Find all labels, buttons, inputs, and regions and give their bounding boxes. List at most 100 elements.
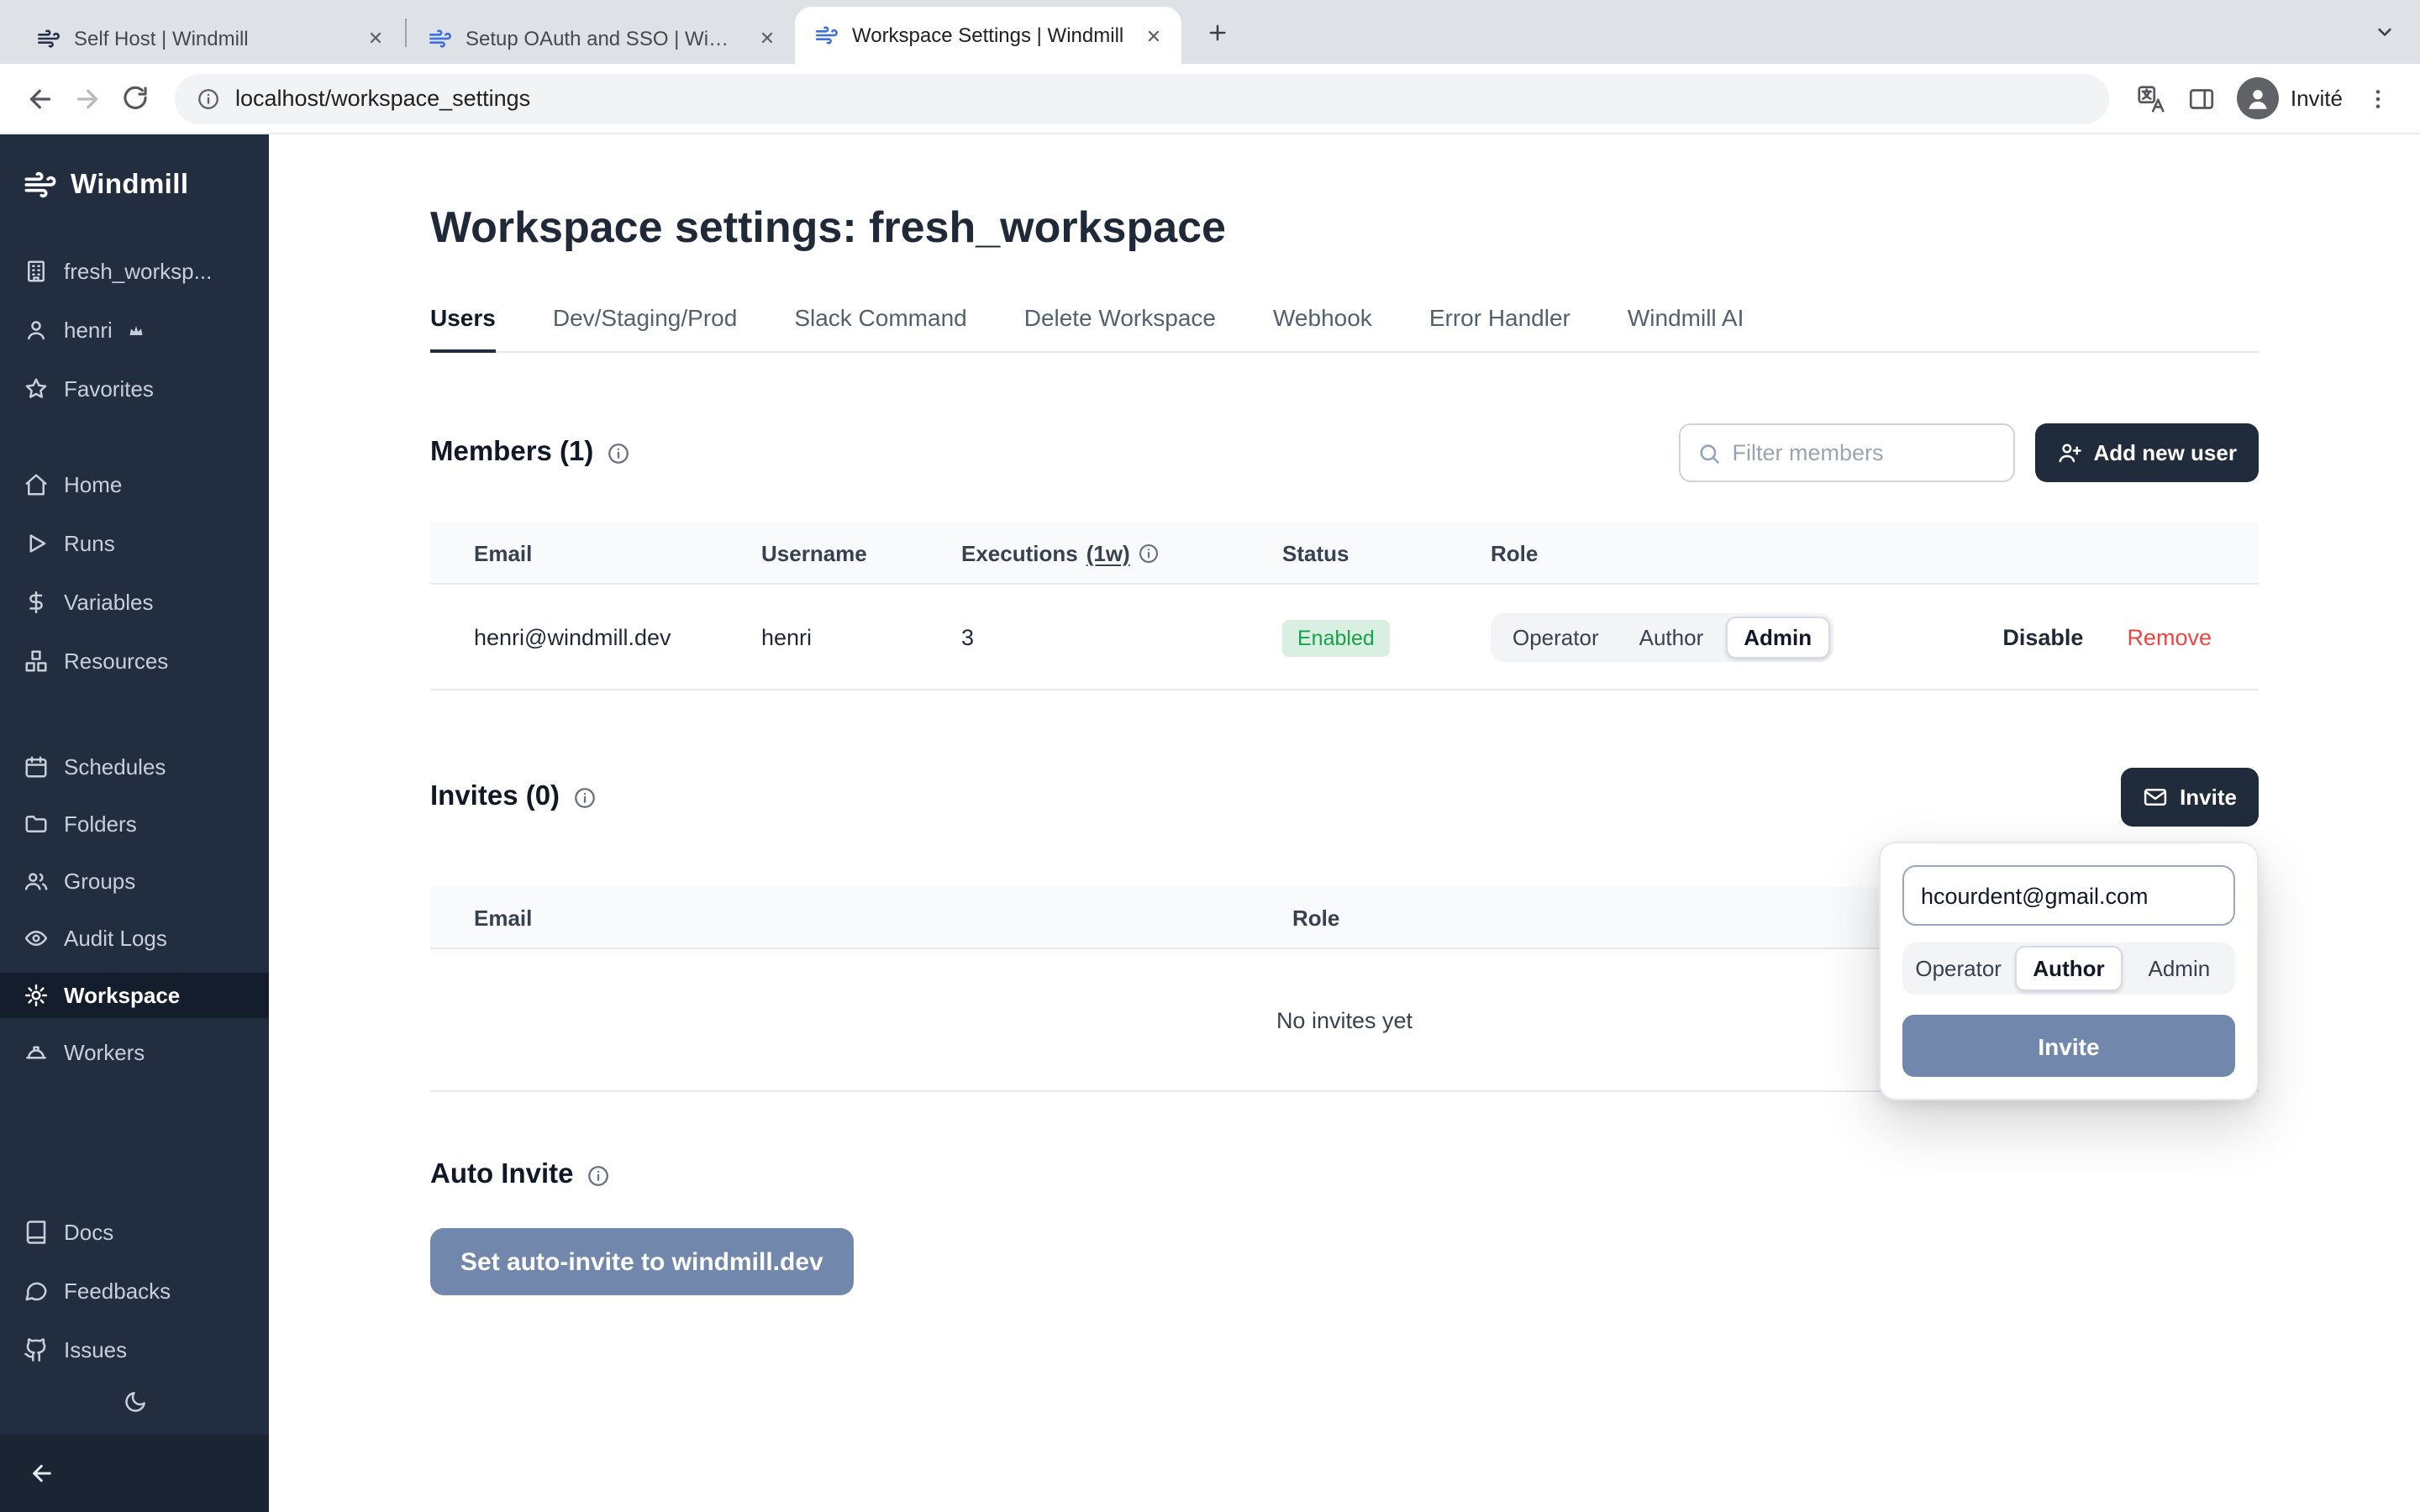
folder-icon: [24, 811, 49, 837]
sidebar-secondary-nav: Schedules Folders Groups: [0, 744, 269, 1075]
browser-menu-icon[interactable]: [2353, 73, 2403, 123]
reload-button[interactable]: [111, 75, 158, 122]
role-author-button[interactable]: Author: [1621, 616, 1723, 658]
sidebar-item-folders[interactable]: Folders: [0, 801, 269, 847]
forward-button[interactable]: [64, 75, 111, 122]
address-bar[interactable]: localhost/workspace_settings: [175, 73, 2109, 123]
workspace-settings-page: Workspace settings: fresh_workspace User…: [269, 134, 2420, 1512]
invite-role-operator-button[interactable]: Operator: [1906, 946, 2011, 991]
book-icon: [24, 1220, 49, 1245]
info-icon[interactable]: [1139, 542, 1160, 564]
sidebar-item-runs[interactable]: Runs: [0, 521, 269, 566]
info-icon[interactable]: [587, 1163, 611, 1187]
sidebar-collapse-button[interactable]: [0, 1435, 269, 1512]
sidebar-item-schedules[interactable]: Schedules: [0, 744, 269, 790]
sidebar-item-variables[interactable]: Variables: [0, 580, 269, 625]
app-body: Windmill fresh_worksp... henri: [0, 134, 2420, 1512]
tab-close-icon[interactable]: [753, 24, 781, 52]
remove-button[interactable]: Remove: [2127, 624, 2212, 649]
members-section: Members (1): [430, 423, 2259, 690]
user-plus-icon: [2057, 440, 2082, 465]
invite-role-author-button[interactable]: Author: [2014, 946, 2123, 991]
browser-toolbar: localhost/workspace_settings Invité: [0, 64, 2420, 134]
filter-members-input[interactable]: [1733, 440, 1996, 465]
sidebar-item-label: Groups: [64, 869, 135, 894]
col-status: Status: [1282, 540, 1491, 565]
sidebar-user-menu[interactable]: henri: [0, 307, 269, 353]
browser-tab-oauth-sso[interactable]: Setup OAuth and SSO | Windm: [408, 12, 795, 64]
browser-tab-workspace-settings[interactable]: Workspace Settings | Windmill: [795, 7, 1181, 64]
new-tab-button[interactable]: [1195, 10, 1239, 54]
users-icon: [24, 869, 49, 894]
sidebar-item-favorites[interactable]: Favorites: [0, 366, 269, 412]
superadmin-crown-icon: [128, 322, 145, 339]
sidebar-item-label: Docs: [64, 1220, 113, 1245]
dark-mode-toggle[interactable]: [0, 1373, 269, 1435]
add-new-user-button[interactable]: Add new user: [2035, 423, 2260, 482]
profile-avatar: [2237, 77, 2279, 119]
tab-close-icon[interactable]: [361, 24, 390, 52]
sidebar-item-audit-logs[interactable]: Audit Logs: [0, 916, 269, 961]
members-table: Email Username Executions (1w) Status Ro…: [430, 522, 2259, 690]
sidebar-item-label: Home: [64, 472, 122, 497]
col-executions-label: Executions: [961, 540, 1078, 565]
sidebar-item-workspace[interactable]: Workspace: [0, 973, 269, 1018]
info-icon[interactable]: [573, 785, 597, 809]
invite-popover: Operator Author Admin Invite: [1879, 842, 2259, 1100]
invite-role-admin-button[interactable]: Admin: [2127, 946, 2232, 991]
tab-users[interactable]: Users: [430, 304, 496, 353]
browser-tab-self-host[interactable]: Self Host | Windmill: [17, 12, 403, 64]
boxes-icon: [24, 648, 49, 674]
windmill-favicon: [429, 26, 452, 50]
tab-dev-staging-prod[interactable]: Dev/Staging/Prod: [553, 304, 737, 351]
profile-name: Invité: [2291, 86, 2343, 111]
invite-email-input[interactable]: [1902, 865, 2235, 926]
sidebar-primary-nav: Home Runs Variables: [0, 462, 269, 684]
invites-heading: Invites (0): [430, 781, 597, 813]
tab-webhook[interactable]: Webhook: [1273, 304, 1372, 351]
invite-submit-button[interactable]: Invite: [1902, 1015, 2235, 1077]
tab-slack-command[interactable]: Slack Command: [794, 304, 966, 351]
sidebar-workspace-selector[interactable]: fresh_worksp...: [0, 249, 269, 294]
user-icon: [24, 318, 49, 343]
side-panel-icon[interactable]: [2176, 73, 2227, 123]
translate-icon[interactable]: [2126, 73, 2176, 123]
tab-windmill-ai[interactable]: Windmill AI: [1628, 304, 1744, 351]
members-heading: Members (1): [430, 437, 630, 469]
windmill-logo[interactable]: Windmill: [0, 158, 269, 215]
disable-button[interactable]: Disable: [2002, 624, 2083, 649]
set-auto-invite-button[interactable]: Set auto-invite to windmill.dev: [430, 1228, 854, 1295]
sidebar-item-label: Variables: [64, 590, 153, 615]
sidebar-footer: Docs Feedbacks Issues: [0, 1210, 269, 1512]
member-username: henri: [761, 624, 961, 649]
sidebar-item-groups[interactable]: Groups: [0, 858, 269, 904]
sidebar-item-feedbacks[interactable]: Feedbacks: [0, 1268, 269, 1314]
sidebar-footer-nav: Docs Feedbacks Issues: [0, 1210, 269, 1373]
sidebar-item-issues[interactable]: Issues: [0, 1327, 269, 1373]
info-icon[interactable]: [607, 441, 630, 465]
sidebar-item-label: Resources: [64, 648, 168, 674]
sidebar-item-label: Workspace: [64, 983, 180, 1008]
tab-close-icon[interactable]: [1139, 21, 1168, 50]
sidebar-item-home[interactable]: Home: [0, 462, 269, 507]
tab-error-handler[interactable]: Error Handler: [1429, 304, 1570, 351]
tab-title: Self Host | Windmill: [74, 26, 348, 50]
settings-tabnav: Users Dev/Staging/Prod Slack Command Del…: [430, 304, 2259, 353]
sidebar-item-docs[interactable]: Docs: [0, 1210, 269, 1255]
tab-search-chevron-icon[interactable]: [2373, 0, 2396, 64]
tab-separator: [405, 18, 407, 46]
role-operator-button[interactable]: Operator: [1494, 616, 1618, 658]
user-name: henri: [64, 318, 113, 343]
sidebar-item-resources[interactable]: Resources: [0, 638, 269, 684]
browser-profile-chip[interactable]: Invité: [2227, 74, 2353, 123]
windmill-logo-text: Windmill: [71, 169, 188, 201]
role-admin-button[interactable]: Admin: [1725, 616, 1830, 658]
tab-delete-workspace[interactable]: Delete Workspace: [1024, 304, 1216, 351]
invite-button[interactable]: Invite: [2121, 768, 2259, 827]
arrow-left-icon: [29, 1460, 55, 1487]
back-button[interactable]: [17, 75, 64, 122]
calendar-icon: [24, 754, 49, 780]
sidebar-item-workers[interactable]: Workers: [0, 1030, 269, 1075]
site-info-icon[interactable]: [197, 87, 220, 110]
auto-invite-heading-text: Auto Invite: [430, 1159, 574, 1191]
